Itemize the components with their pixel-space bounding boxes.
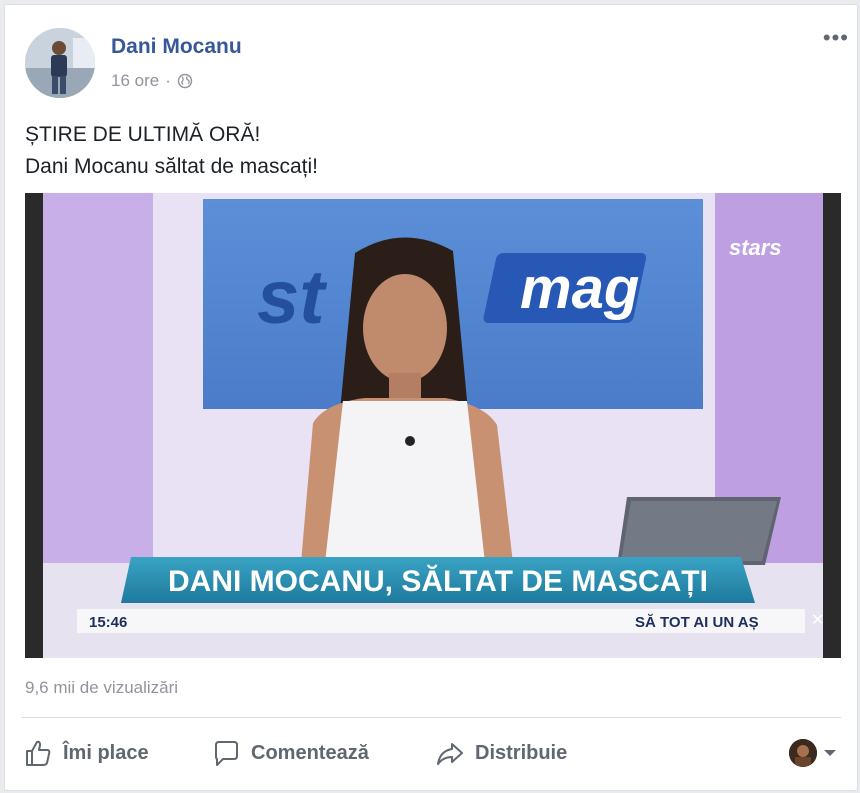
post-card: Dani Mocanu 16 ore · ••• ȘTIRE DE ULTIMĂ…	[4, 4, 858, 791]
backdrop-logo-left: st	[257, 255, 327, 340]
author-name[interactable]: Dani Mocanu	[111, 35, 242, 59]
ticker-text: SĂ TOT AI UN AȘ	[635, 614, 759, 631]
comment-button[interactable]: Comentează	[211, 733, 369, 773]
share-icon	[437, 743, 463, 765]
video-frame: st mag stars DANI MOCANU, SĂLTAT DE MASC…	[25, 193, 841, 658]
view-count[interactable]: 9,6 mii de vizualizări	[25, 678, 178, 698]
like-label: Îmi place	[63, 741, 149, 764]
close-icon[interactable]: ✕	[811, 610, 824, 629]
audience-selector[interactable]	[789, 739, 837, 767]
audience-avatar	[789, 739, 817, 767]
post-time[interactable]: 16 ore	[111, 71, 159, 91]
post-meta: 16 ore ·	[111, 71, 193, 91]
like-button[interactable]: Îmi place	[23, 733, 149, 773]
chevron-down-icon	[824, 750, 836, 756]
banner-headline: DANI MOCANU, SĂLTAT DE MASCAȚI	[168, 564, 708, 598]
author-avatar[interactable]	[25, 28, 95, 98]
globe-icon[interactable]	[177, 73, 193, 89]
post-text: ȘTIRE DE ULTIMĂ ORĂ! Dani Mocanu săltat …	[25, 119, 318, 183]
avatar-image	[25, 28, 95, 98]
more-options-icon[interactable]: •••	[823, 27, 849, 49]
backdrop-logo-right: mag	[520, 256, 639, 321]
like-icon	[26, 740, 51, 766]
channel-logo: stars	[729, 235, 782, 260]
share-label: Distribuie	[475, 741, 568, 764]
comment-label: Comentează	[251, 741, 369, 764]
comment-icon	[215, 741, 238, 766]
action-bar: Îmi place Comentează Distribuie	[23, 733, 837, 773]
meta-separator: ·	[165, 71, 171, 90]
ticker-time: 15:46	[89, 614, 127, 631]
post-text-line-1: ȘTIRE DE ULTIMĂ ORĂ!	[25, 123, 261, 146]
share-button[interactable]: Distribuie	[435, 733, 567, 773]
post-text-line-2: Dani Mocanu săltat de mascați!	[25, 155, 318, 178]
video-player[interactable]: st mag stars DANI MOCANU, SĂLTAT DE MASC…	[25, 193, 841, 658]
divider	[21, 717, 841, 718]
